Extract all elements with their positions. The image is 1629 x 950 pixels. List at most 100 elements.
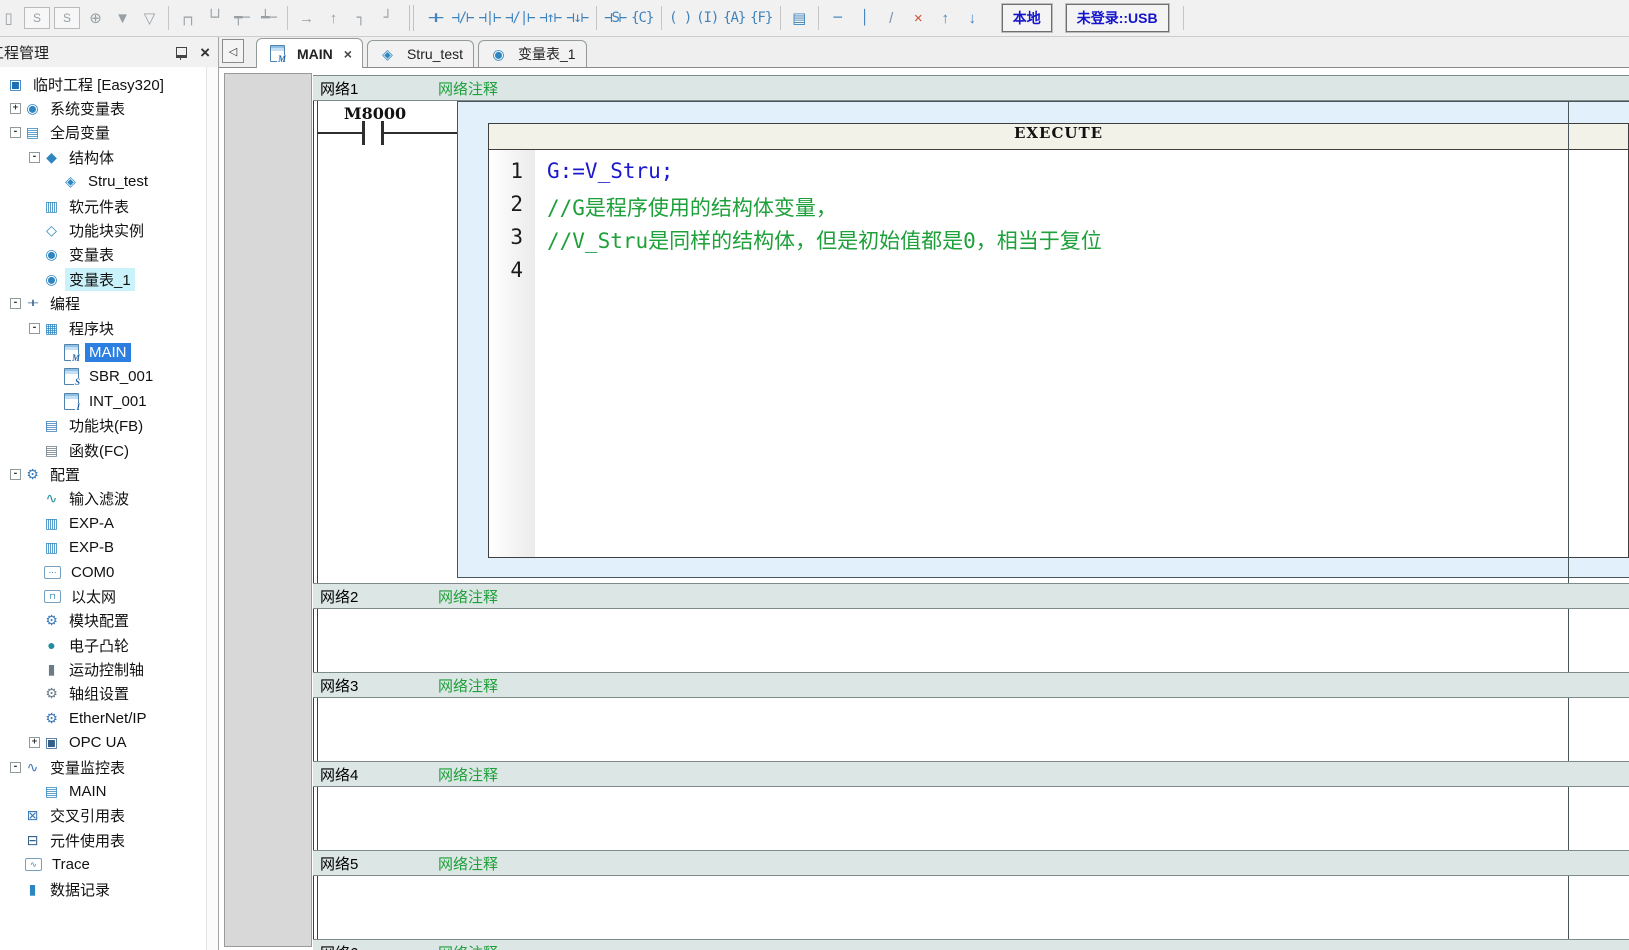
collapse-icon[interactable]: - bbox=[10, 298, 21, 309]
insert-node-icon[interactable]: ⊕ bbox=[82, 5, 109, 31]
tab-close-icon[interactable]: × bbox=[344, 46, 352, 62]
tree-item-全局变量[interactable]: -▤全局变量 bbox=[0, 121, 218, 145]
expand-icon[interactable]: + bbox=[10, 103, 21, 114]
tree-item-功能块(FB)[interactable]: ▤功能块(FB) bbox=[0, 413, 218, 437]
tree-item-模块配置[interactable]: ⚙模块配置 bbox=[0, 609, 218, 633]
collapse-icon[interactable]: - bbox=[29, 152, 40, 163]
close-icon[interactable]: × bbox=[200, 44, 210, 61]
tree-scrollbar[interactable] bbox=[206, 67, 218, 950]
draw-line-right-icon[interactable]: → bbox=[293, 5, 320, 31]
tree-item-元件使用表[interactable]: ⊟元件使用表 bbox=[0, 828, 218, 852]
contact-falling-icon[interactable]: ⊣↓⊢ bbox=[564, 5, 591, 31]
tree-item-EXP-B[interactable]: ▥EXP-B bbox=[0, 535, 218, 559]
tree-item-以太网[interactable]: ⊓以太网 bbox=[0, 584, 218, 608]
tree-item-交叉引用表[interactable]: ⊠交叉引用表 bbox=[0, 804, 218, 828]
tree-item-软元件表[interactable]: ▥软元件表 bbox=[0, 194, 218, 218]
network-header-2[interactable]: 网络2网络注释 bbox=[313, 583, 1629, 609]
draw-corner-up-icon[interactable]: ┘ bbox=[374, 5, 401, 31]
collapse-icon[interactable]: - bbox=[10, 469, 21, 480]
contact-set-icon[interactable]: ⊣S⊢ bbox=[602, 5, 629, 31]
network-body-5[interactable] bbox=[313, 876, 1629, 939]
horizontal-line-icon[interactable]: ─ bbox=[824, 5, 851, 31]
tree-item-程序块[interactable]: -▦程序块 bbox=[0, 316, 218, 340]
expand-icon[interactable]: + bbox=[29, 737, 40, 748]
tree-item-配置[interactable]: -⚙配置 bbox=[0, 462, 218, 486]
network-body-4[interactable] bbox=[313, 787, 1629, 850]
tree-item-函数(FC)[interactable]: ▤函数(FC) bbox=[0, 438, 218, 462]
reset-coil-icon[interactable]: S bbox=[54, 7, 80, 29]
no-contact-icon[interactable] bbox=[381, 121, 384, 145]
application-instruction-icon[interactable]: {A} bbox=[721, 5, 748, 31]
tree-item-电子凸轮[interactable]: ●电子凸轮 bbox=[0, 633, 218, 657]
move-up-icon[interactable]: ↑ bbox=[932, 5, 959, 31]
vertical-line-icon[interactable]: │ bbox=[851, 5, 878, 31]
delete-vertical-line-icon[interactable]: × bbox=[905, 5, 932, 31]
delete-row-icon[interactable]: ▽ bbox=[136, 5, 163, 31]
insert-row-icon[interactable]: ▼ bbox=[109, 5, 136, 31]
tree-item-功能块实例[interactable]: ◇功能块实例 bbox=[0, 218, 218, 242]
inverted-coil-icon[interactable]: (I) bbox=[694, 5, 721, 31]
tree-item-MAIN[interactable]: ▤MAIN bbox=[0, 779, 218, 803]
collapse-icon[interactable]: - bbox=[10, 127, 21, 138]
tree-item-Stru_test[interactable]: ◈Stru_test bbox=[0, 170, 218, 194]
login-status-button[interactable]: 未登录::USB bbox=[1066, 4, 1169, 32]
collapse-icon[interactable]: - bbox=[10, 762, 21, 773]
tree-item-编程[interactable]: -⊣⊢编程 bbox=[0, 292, 218, 316]
tab-变量表_1[interactable]: ◉变量表_1 bbox=[478, 40, 587, 67]
tree-item-MAIN[interactable]: MMAIN bbox=[0, 340, 218, 364]
network-body-3[interactable] bbox=[313, 698, 1629, 761]
draw-line-up-icon[interactable]: ↑ bbox=[320, 5, 347, 31]
network-body-1[interactable]: M8000EXECUTE1G:=V_Stru;2//G是程序使用的结构体变量，3… bbox=[313, 101, 1629, 583]
network-header-6[interactable]: 网络6网络注释 bbox=[313, 939, 1629, 950]
network-header-3[interactable]: 网络3网络注释 bbox=[313, 672, 1629, 698]
tree-item-INT_001[interactable]: IINT_001 bbox=[0, 389, 218, 413]
tree-item-COM0[interactable]: ⋯COM0 bbox=[0, 560, 218, 584]
tab-Stru_test[interactable]: ◈Stru_test bbox=[367, 40, 474, 67]
function-block-icon[interactable]: ▤ bbox=[786, 5, 813, 31]
contact-no-icon[interactable]: ⊣⊢ bbox=[422, 5, 449, 31]
tree-item-EXP-A[interactable]: ▥EXP-A bbox=[0, 511, 218, 535]
tree-item-数据记录[interactable]: ▮数据记录 bbox=[0, 877, 218, 901]
network-body-2[interactable] bbox=[313, 609, 1629, 672]
tree-item-变量表_1[interactable]: ◉变量表_1 bbox=[0, 267, 218, 291]
partial-cut-icon[interactable]: ▯ bbox=[0, 5, 22, 31]
local-mode-button[interactable]: 本地 bbox=[1002, 4, 1052, 32]
network-header-5[interactable]: 网络5网络注释 bbox=[313, 850, 1629, 876]
pin-icon[interactable] bbox=[176, 47, 187, 58]
tree-item-轴组设置[interactable]: ⚙轴组设置 bbox=[0, 682, 218, 706]
output-coil-icon[interactable]: ( ) bbox=[667, 5, 694, 31]
tab-MAIN[interactable]: MMAIN× bbox=[256, 38, 363, 68]
network-header-1[interactable]: 网络1网络注释 bbox=[313, 75, 1629, 101]
tree-item-OPC UA[interactable]: +▣OPC UA bbox=[0, 731, 218, 755]
network-header-4[interactable]: 网络4网络注释 bbox=[313, 761, 1629, 787]
tab-scroll-left-button[interactable]: ◁ bbox=[222, 39, 244, 63]
tree-item-Trace[interactable]: ∿Trace bbox=[0, 853, 218, 877]
tree-item-临时工程 [Easy320][interactable]: ▣临时工程 [Easy320] bbox=[0, 72, 218, 96]
branch-start-icon[interactable]: ┌┐ bbox=[174, 5, 201, 31]
tree-item-EtherNet/IP[interactable]: ⚙EtherNet/IP bbox=[0, 706, 218, 730]
collapse-icon[interactable]: - bbox=[29, 323, 40, 334]
contact-parallel-nc-icon[interactable]: ⊣/|⊢ bbox=[503, 5, 537, 31]
st-code-area[interactable]: 1G:=V_Stru;2//G是程序使用的结构体变量，3//V_Stru是同样的… bbox=[488, 150, 1629, 558]
tree-item-变量监控表[interactable]: -∿变量监控表 bbox=[0, 755, 218, 779]
draw-corner-down-icon[interactable]: ┐ bbox=[347, 5, 374, 31]
tree-item-运动控制轴[interactable]: ▮运动控制轴 bbox=[0, 657, 218, 681]
tree-item-SBR_001[interactable]: SSBR_001 bbox=[0, 365, 218, 389]
compare-contact-icon[interactable]: {C} bbox=[629, 5, 656, 31]
move-down-icon[interactable]: ↓ bbox=[959, 5, 986, 31]
branch-below-icon[interactable]: ┷─ bbox=[255, 5, 282, 31]
no-contact-icon[interactable] bbox=[362, 121, 365, 145]
contact-parallel-no-icon[interactable]: ⊣|⊢ bbox=[476, 5, 503, 31]
tree-item-变量表[interactable]: ◉变量表 bbox=[0, 243, 218, 267]
tree-item-系统变量表[interactable]: +◉系统变量表 bbox=[0, 96, 218, 120]
delete-line-icon[interactable]: / bbox=[878, 5, 905, 31]
set-coil-icon[interactable]: S bbox=[24, 7, 50, 29]
tree-item-结构体[interactable]: -◆结构体 bbox=[0, 145, 218, 169]
contact-rising-icon[interactable]: ⊣↑⊢ bbox=[537, 5, 564, 31]
tree-item-输入滤波[interactable]: ∿输入滤波 bbox=[0, 487, 218, 511]
special-instruction-icon[interactable]: {F} bbox=[748, 5, 775, 31]
execute-block-area[interactable]: EXECUTE1G:=V_Stru;2//G是程序使用的结构体变量，3//V_S… bbox=[457, 101, 1629, 578]
branch-above-icon[interactable]: ┯─ bbox=[228, 5, 255, 31]
contact-nc-icon[interactable]: ⊣/⊢ bbox=[449, 5, 476, 31]
branch-end-icon[interactable]: └┘ bbox=[201, 5, 228, 31]
